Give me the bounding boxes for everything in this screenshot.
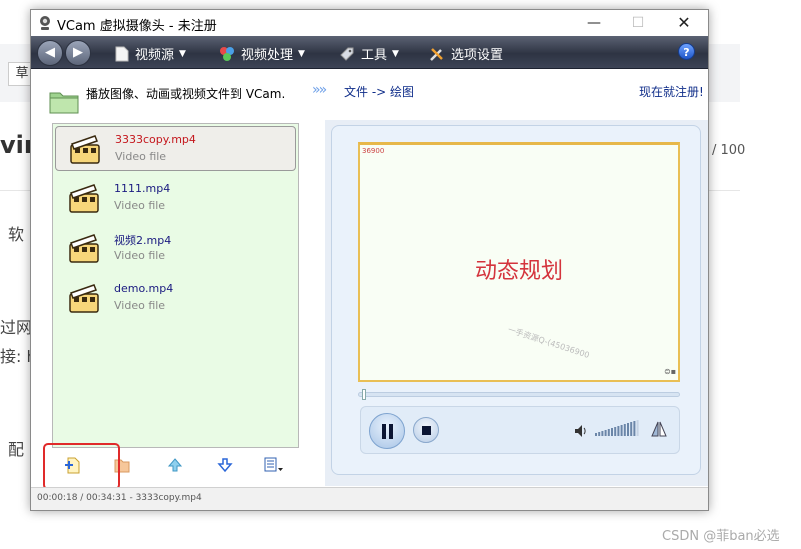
- file-name: 3333copy.mp4: [115, 133, 196, 146]
- status-bar: 00:00:18 / 00:34:31 - 3333copy.mp4: [31, 487, 708, 510]
- playback-controls: [360, 406, 680, 454]
- window-title: VCam 虚拟摄像头 - 未注册: [57, 19, 217, 34]
- document-icon: [115, 46, 129, 61]
- video-clapperboard-icon: [69, 234, 99, 263]
- menu-video-source[interactable]: 视频源 ▼: [115, 44, 186, 63]
- preview-panel: 36900 动态规划 一手资源Q-(45036900 ⊜▪: [325, 120, 708, 486]
- video-badge-icon: ⊜▪: [664, 367, 677, 376]
- preview-frame: 36900 动态规划 一手资源Q-(45036900 ⊜▪: [331, 125, 701, 475]
- register-now-link[interactable]: 现在就注册!: [639, 83, 704, 100]
- stop-button[interactable]: [413, 417, 439, 443]
- chevron-down-icon: ▼: [298, 48, 305, 59]
- main-content: 播放图像、动画或视频文件到 VCam. »» 文件 -> 绘图 现在就注册! 3…: [31, 70, 708, 490]
- background-text-d: 配: [8, 440, 25, 459]
- video-clapperboard-icon: [69, 184, 99, 213]
- menu-tools[interactable]: 工具 ▼: [339, 44, 399, 63]
- menu-video-processing-label: 视频处理: [241, 48, 294, 63]
- maximize-button[interactable]: ☐: [615, 10, 661, 36]
- chevron-down-icon: ▼: [179, 48, 186, 59]
- color-palette-icon: [220, 46, 234, 61]
- move-down-button[interactable]: [213, 456, 237, 480]
- menu-video-source-label: 视频源: [135, 48, 175, 63]
- breadcrumb: 文件 -> 绘图: [344, 85, 415, 99]
- volume-bar: [630, 422, 633, 436]
- pause-button[interactable]: [369, 413, 405, 449]
- volume-bar: [595, 433, 597, 436]
- video-preview[interactable]: 36900 动态规划 一手资源Q-(45036900 ⊜▪: [358, 142, 680, 382]
- volume-bar: [601, 431, 604, 436]
- file-list-item[interactable]: 3333copy.mp4 Video file: [55, 126, 296, 171]
- highlight-annotation: [43, 443, 120, 490]
- file-name: 视频2.mp4: [114, 234, 172, 247]
- volume-bar: [607, 429, 610, 436]
- volume-bar: [617, 426, 620, 436]
- file-list-item[interactable]: 视频2.mp4 Video file: [55, 226, 296, 271]
- move-up-icon: [167, 458, 183, 472]
- list-menu-icon: [264, 457, 283, 472]
- status-text: 00:00:18 / 00:34:31 - 3333copy.mp4: [37, 493, 202, 503]
- breadcrumb-arrows-icon: »»: [312, 82, 327, 98]
- tools-icon: [430, 47, 443, 61]
- volume-bar: [620, 425, 623, 436]
- menu-options-label: 选项设置: [451, 48, 504, 63]
- volume-bar: [633, 421, 636, 436]
- file-list-item[interactable]: 1111.mp4 Video file: [55, 176, 296, 221]
- help-icon[interactable]: ?: [678, 43, 695, 60]
- file-type: Video file: [115, 150, 167, 163]
- tag-icon: [340, 47, 354, 61]
- vcam-window: VCam 虚拟摄像头 - 未注册 — ☐ ✕ ◀ ▶ 视频源 ▼ 视频处理 ▼: [30, 9, 709, 511]
- file-type: Video file: [114, 199, 166, 212]
- menu-video-processing[interactable]: 视频处理 ▼: [219, 44, 305, 63]
- volume-bar: [598, 432, 601, 436]
- minimize-button[interactable]: —: [571, 10, 617, 36]
- aspect-ratio-icon[interactable]: [651, 420, 667, 438]
- list-menu-button[interactable]: [262, 456, 286, 480]
- chevron-down-icon: ▼: [392, 48, 399, 59]
- folder-icon: [49, 92, 79, 114]
- video-clapperboard-icon: [69, 284, 99, 313]
- file-type: Video file: [114, 249, 166, 262]
- file-type: Video file: [114, 299, 166, 312]
- volume-bar: [611, 428, 613, 436]
- volume-slider[interactable]: [595, 418, 641, 436]
- forward-button[interactable]: ▶: [65, 40, 91, 66]
- volume-bar: [623, 424, 626, 436]
- video-clapperboard-icon: [70, 135, 100, 164]
- close-button[interactable]: ✕: [661, 10, 707, 36]
- move-up-button[interactable]: [163, 456, 187, 480]
- background-counter: / 100: [712, 143, 746, 158]
- background-text-b: 过网: [0, 318, 33, 337]
- file-list-item[interactable]: demo.mp4 Video file: [55, 276, 296, 321]
- volume-bar: [614, 427, 617, 436]
- background-footer: CSDN @菲ban必选: [662, 529, 780, 544]
- video-watermark: 一手资源Q-(45036900: [506, 325, 591, 360]
- file-list[interactable]: 3333copy.mp4 Video file 1111.mp4 Video f…: [52, 123, 299, 448]
- back-button[interactable]: ◀: [37, 40, 63, 66]
- seek-thumb[interactable]: [362, 389, 366, 400]
- volume-bar: [604, 430, 607, 436]
- intro-text: 播放图像、动画或视频文件到 VCam.: [86, 87, 286, 101]
- menu-tools-label: 工具: [361, 48, 388, 63]
- move-down-icon: [217, 458, 233, 473]
- title-bar[interactable]: VCam 虚拟摄像头 - 未注册 — ☐ ✕: [31, 10, 708, 36]
- file-name: demo.mp4: [114, 282, 174, 295]
- menu-options[interactable]: 选项设置: [429, 44, 503, 63]
- volume-bar: [636, 420, 639, 436]
- video-title: 动态规划: [474, 259, 563, 284]
- speaker-icon[interactable]: [573, 423, 589, 439]
- file-name: 1111.mp4: [114, 182, 171, 195]
- seek-bar[interactable]: [358, 389, 680, 400]
- webcam-icon: [40, 16, 50, 30]
- background-text-a: 软: [8, 225, 25, 244]
- volume-bar: [627, 423, 629, 436]
- menu-bar: ◀ ▶ 视频源 ▼ 视频处理 ▼ 工具 ▼ 选项设置 ?: [31, 36, 708, 69]
- video-corner-text: 36900: [362, 147, 385, 155]
